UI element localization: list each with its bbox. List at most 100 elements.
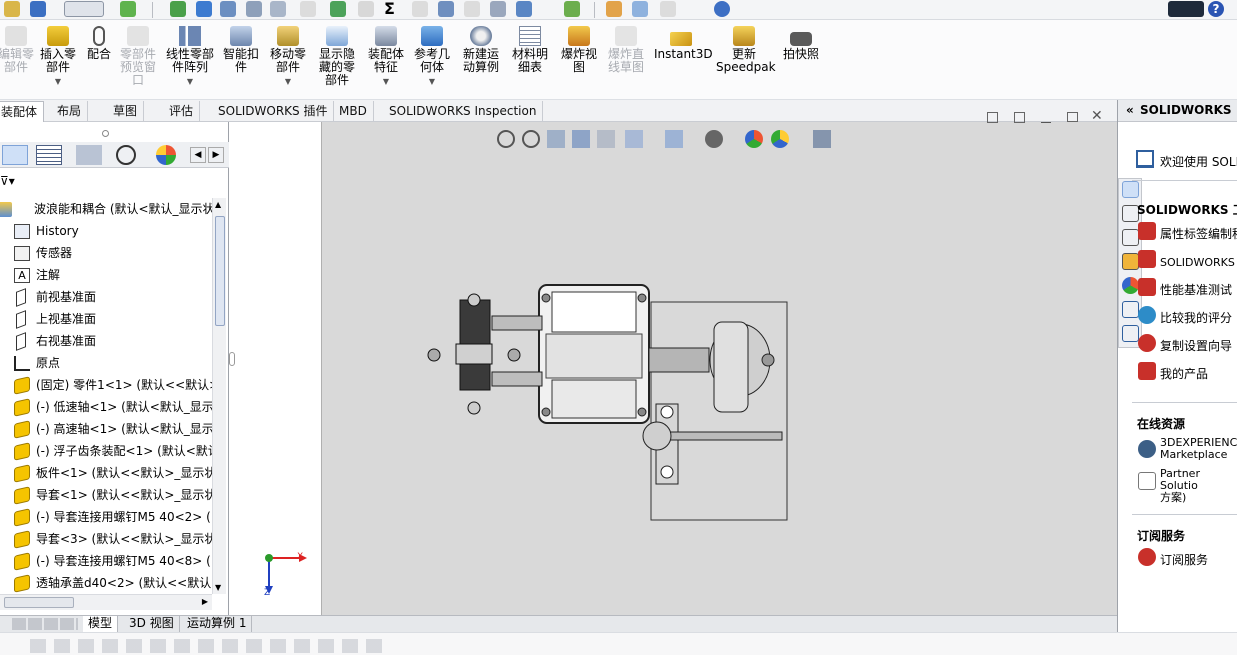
scrollbar-thumb[interactable] — [215, 216, 225, 326]
update-speedpak-button[interactable]: 更新 Speedpak — [716, 26, 776, 74]
view-palette-icon[interactable] — [1122, 253, 1139, 270]
sum-icon[interactable]: Σ — [384, 1, 400, 17]
tool-link[interactable]: 性能基准测试 — [1160, 281, 1232, 298]
tab-motion-study[interactable]: 运动算例 1 — [182, 616, 253, 632]
window-tile-right-icon[interactable] — [1014, 112, 1025, 123]
zoom-to-area-icon[interactable] — [522, 130, 540, 148]
tool-link[interactable]: SOLIDWORKS R — [1160, 257, 1237, 269]
tab-scroll-left-button[interactable]: ◀ — [190, 147, 206, 163]
propertymanager-tab-icon[interactable] — [36, 145, 62, 165]
keyboard-icon[interactable] — [1168, 1, 1204, 17]
displaymanager-tab-icon[interactable] — [156, 145, 176, 165]
tree-item-origin[interactable]: 原点 — [0, 352, 212, 374]
show-hidden-components-button[interactable]: 显示隐 藏的零 部件 — [316, 26, 358, 87]
tree-horizontal-scrollbar[interactable]: ▶ — [0, 594, 212, 610]
link-icon[interactable] — [246, 1, 262, 17]
tree-item-right-plane[interactable]: 右视基准面 — [0, 330, 212, 352]
reference-geometry-button[interactable]: 参考几 何体 ▼ — [412, 26, 452, 88]
welcome-text[interactable]: 欢迎使用 SOLI — [1160, 153, 1237, 170]
linear-pattern-button[interactable]: 线性零部 件阵列 ▼ — [162, 26, 218, 88]
tree-item-annotations[interactable]: A 注解 — [0, 264, 212, 286]
rebuild-icon[interactable] — [120, 1, 136, 17]
tab-mbd[interactable]: MBD — [333, 101, 374, 122]
assembly-features-button[interactable]: 装配体 特征 ▼ — [364, 26, 408, 88]
model-viewport[interactable] — [321, 122, 1117, 615]
edit-appearance-icon[interactable] — [745, 130, 763, 148]
tree-item-front-plane[interactable]: 前视基准面 — [0, 286, 212, 308]
tab-solidworks-addins[interactable]: SOLIDWORKS 插件 — [212, 101, 335, 122]
scroll-up-icon[interactable]: ▲ — [215, 200, 221, 209]
custom-properties-icon[interactable] — [1122, 301, 1139, 318]
measure-icon[interactable] — [220, 1, 236, 17]
edit-icon[interactable] — [490, 1, 506, 17]
edit-component-button[interactable]: 编辑零 部件 — [0, 26, 36, 74]
move-component-button[interactable]: 移动零 部件 ▼ — [266, 26, 310, 88]
pattern-icon[interactable] — [516, 1, 532, 17]
tab-model[interactable]: 模型 — [83, 616, 119, 632]
tab-evaluate[interactable]: 评估 — [163, 101, 201, 122]
subscription-link[interactable]: 订阅服务 — [1160, 551, 1208, 568]
new-motion-study-button[interactable]: 新建运 动算例 — [460, 26, 502, 74]
options-icon[interactable] — [30, 1, 46, 17]
tree-item-part[interactable]: 导套<3> (默认<<默认>_显示状 — [0, 528, 212, 550]
scroll-right-icon[interactable]: ▶ — [202, 597, 208, 606]
section-view-icon[interactable] — [572, 130, 590, 148]
smart-fastener-button[interactable]: 智能扣 件 — [221, 26, 261, 74]
tool-link[interactable]: 我的产品 — [1160, 365, 1208, 382]
tree-item-sensors[interactable]: 传感器 — [0, 242, 212, 264]
window-tile-left-icon[interactable] — [987, 112, 998, 123]
forum-icon[interactable] — [1122, 325, 1139, 342]
graphics-area[interactable]: ✕ X Z — [229, 108, 1117, 615]
tree-item-part[interactable]: 导套<1> (默认<<默认>_显示状 — [0, 484, 212, 506]
assembly-model[interactable] — [322, 122, 1118, 615]
splitter-handle[interactable] — [229, 352, 235, 366]
select-arrow-icon[interactable] — [64, 1, 104, 17]
tab-3d-view[interactable]: 3D 视图 — [124, 616, 180, 632]
mate-button[interactable]: 配合 — [84, 26, 114, 61]
explode-line-sketch-button[interactable]: 爆炸直 线草图 — [604, 26, 648, 74]
tree-root-assembly[interactable]: 波浪能和耦合 (默认<默认_显示状 — [0, 198, 212, 220]
instant3d-button[interactable]: Instant3D — [654, 26, 713, 61]
tab-sketch[interactable]: 草图 — [107, 101, 145, 122]
display-style-icon[interactable] — [665, 130, 683, 148]
take-snapshot-button[interactable]: 拍快照 — [780, 26, 822, 61]
online-link[interactable]: 3DEXPERIENCE Marketplace — [1160, 437, 1237, 461]
zoom-to-fit-icon[interactable] — [497, 130, 515, 148]
tree-item-part[interactable]: 透轴承盖d40<2> (默认<<默认> — [0, 572, 212, 594]
scroll-down-icon[interactable]: ▼ — [215, 583, 221, 592]
refresh-icon[interactable] — [714, 1, 730, 17]
collapse-pane-icon[interactable]: « — [1126, 100, 1134, 121]
minimize-icon[interactable] — [1041, 122, 1051, 123]
tree-item-history[interactable]: History — [0, 220, 212, 242]
tree-item-part[interactable]: (-) 高速轴<1> (默认<默认_显示 — [0, 418, 212, 440]
help-icon[interactable]: ? — [1208, 1, 1224, 17]
tab-solidworks-inspection[interactable]: SOLIDWORKS Inspection — [383, 101, 544, 122]
delete-icon[interactable] — [564, 1, 580, 17]
sketch-tools-icon[interactable] — [30, 639, 390, 653]
tree-item-part[interactable]: (-) 导套连接用螺钉M5 40<2> ( — [0, 506, 212, 528]
file-explorer-icon[interactable] — [1122, 229, 1139, 246]
exploded-view-button[interactable]: 爆炸视 图 — [558, 26, 600, 74]
restore-icon[interactable] — [1067, 112, 1078, 122]
scrollbar-thumb[interactable] — [4, 597, 74, 608]
tree-item-part[interactable]: (-) 浮子齿条装配<1> (默认<默认 — [0, 440, 212, 462]
hide-show-items-icon[interactable] — [705, 130, 723, 148]
tree-item-part[interactable]: (-) 导套连接用螺钉M5 40<8> ( — [0, 550, 212, 572]
pane-collapse-handle[interactable] — [102, 130, 109, 137]
dynamic-annotation-icon[interactable] — [597, 130, 615, 148]
suppress-icon[interactable] — [270, 1, 286, 17]
tree-item-part[interactable]: (-) 低速轴<1> (默认<默认_显示 — [0, 396, 212, 418]
verify-icon[interactable] — [330, 1, 346, 17]
home-tab-icon[interactable] — [1122, 181, 1139, 198]
apply-scene-icon[interactable] — [771, 130, 789, 148]
tab-layout[interactable]: 布局 — [51, 101, 89, 122]
tab-nav-arrows[interactable] — [12, 618, 78, 630]
previous-view-icon[interactable] — [547, 130, 565, 148]
mate-reference-icon[interactable] — [196, 1, 212, 17]
close-icon[interactable]: ✕ — [1091, 108, 1103, 124]
component-preview-button[interactable]: 零部件 预览窗 口 — [117, 26, 159, 87]
configurationmanager-tab-icon[interactable] — [76, 145, 102, 165]
appearance-icon[interactable] — [606, 1, 622, 17]
scene-icon[interactable] — [632, 1, 648, 17]
bill-of-materials-button[interactable]: 材料明 细表 — [508, 26, 552, 74]
